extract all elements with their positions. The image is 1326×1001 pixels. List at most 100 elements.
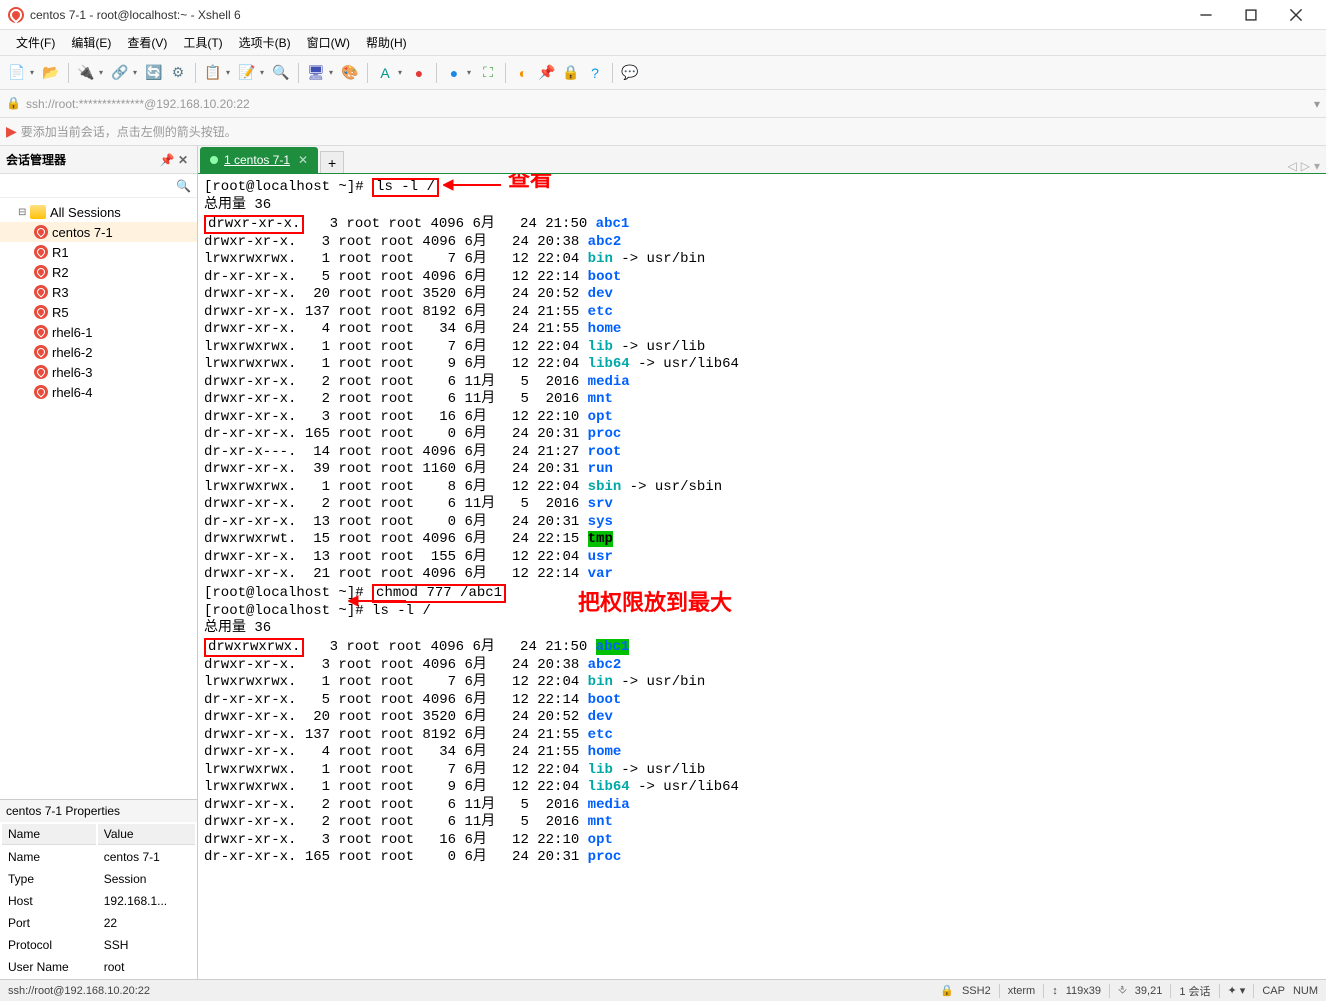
add-tab-button[interactable]: + (320, 151, 344, 173)
screen-icon[interactable]: 🖥 (305, 62, 327, 84)
blue-ball-icon[interactable]: ● (443, 62, 465, 84)
session-panel-title: 会话管理器 (6, 151, 159, 168)
prop-val: SSH (98, 935, 195, 955)
status-nav-icon[interactable]: ✦ ▾ (1228, 984, 1246, 997)
status-term: xterm (1008, 985, 1036, 997)
tree-session[interactable]: R2 (0, 262, 197, 282)
tree-session[interactable]: centos 7-1 (0, 222, 197, 242)
transparent-icon[interactable]: ◐ (512, 62, 534, 84)
new-session-icon[interactable]: 📄 (6, 62, 28, 84)
status-protocol: SSH2 (962, 985, 991, 997)
lock-icon: 🔒 (6, 96, 22, 112)
menu-item-4[interactable]: 选项卡(B) (231, 30, 299, 55)
session-manager-panel: 会话管理器 📌 ✕ 🔍 ⊟All Sessionscentos 7-1R1R2R… (0, 146, 198, 979)
toolbar-dropdown[interactable]: ▾ (133, 68, 141, 77)
address-text[interactable]: ssh://root:**************@192.168.10.20:… (26, 97, 1314, 111)
prop-key: Type (2, 869, 96, 889)
copy-icon[interactable]: 📋 (202, 62, 224, 84)
terminal-output[interactable]: [root@localhost ~]# ls -l / 总用量 36 drwxr… (198, 174, 1326, 979)
reconnect-icon[interactable]: 🔄 (143, 62, 165, 84)
toolbar-dropdown[interactable]: ▾ (329, 68, 337, 77)
flag-icon: ▶ (6, 123, 17, 140)
toolbar-dropdown[interactable]: ▾ (226, 68, 234, 77)
prop-key: Host (2, 891, 96, 911)
menubar: 文件(F)编辑(E)查看(V)工具(T)选项卡(B)窗口(W)帮助(H) (0, 30, 1326, 56)
annotation-maxperm: 把权限放到最大 (578, 594, 732, 612)
toolbar: 📄▾📂🔌▾🔗▾🔄⚙📋▾📝▾🔍🖥▾🎨A▾●●▾⛶◐📌🔒?💬 (0, 56, 1326, 90)
tree-session[interactable]: rhel6-4 (0, 382, 197, 402)
session-tree: ⊟All Sessionscentos 7-1R1R2R3R5rhel6-1rh… (0, 198, 197, 799)
close-button[interactable] (1273, 1, 1318, 29)
session-search[interactable]: 🔍 (0, 174, 197, 198)
session-icon (34, 285, 48, 299)
prop-header-value: Value (98, 824, 195, 845)
tree-session[interactable]: rhel6-2 (0, 342, 197, 362)
status-size-icon: ↕ (1052, 985, 1058, 997)
tab-close-icon[interactable]: ✕ (298, 153, 308, 167)
toolbar-dropdown[interactable]: ▾ (467, 68, 475, 77)
ontop-icon[interactable]: 📌 (536, 62, 558, 84)
tab-list-icon[interactable]: ▾ (1314, 159, 1320, 173)
prop-val: root (98, 957, 195, 977)
tree-session[interactable]: rhel6-1 (0, 322, 197, 342)
address-dropdown-icon[interactable]: ▾ (1314, 97, 1320, 111)
tree-session[interactable]: rhel6-3 (0, 362, 197, 382)
pin-icon[interactable]: 📌 (159, 153, 175, 167)
session-icon (34, 265, 48, 279)
prop-key: Port (2, 913, 96, 933)
folder-icon (30, 205, 46, 219)
tab-label: 1 centos 7-1 (224, 153, 290, 167)
session-icon (34, 365, 48, 379)
status-lock-icon: 🔒 (940, 984, 954, 997)
properties-icon[interactable]: ⚙ (167, 62, 189, 84)
color-icon[interactable]: 🎨 (339, 62, 361, 84)
session-icon (34, 325, 48, 339)
open-icon[interactable]: 📂 (40, 62, 62, 84)
properties-panel: centos 7-1 Properties Name Value Namecen… (0, 799, 197, 979)
status-num: NUM (1293, 985, 1318, 997)
menu-item-5[interactable]: 窗口(W) (299, 30, 358, 55)
status-cursor-icon: ⎀ (1118, 984, 1127, 997)
menu-item-2[interactable]: 查看(V) (119, 30, 175, 55)
lock-icon[interactable]: 🔒 (560, 62, 582, 84)
menu-item-6[interactable]: 帮助(H) (358, 30, 415, 55)
minimize-button[interactable] (1183, 1, 1228, 29)
help-icon[interactable]: ? (584, 62, 606, 84)
prop-key: Protocol (2, 935, 96, 955)
connect-icon[interactable]: 🔌 (75, 62, 97, 84)
toolbar-dropdown[interactable]: ▾ (30, 68, 38, 77)
toolbar-dropdown[interactable]: ▾ (260, 68, 268, 77)
prop-val: 22 (98, 913, 195, 933)
font-icon[interactable]: A (374, 62, 396, 84)
maximize-button[interactable] (1228, 1, 1273, 29)
prop-header-name: Name (2, 824, 96, 845)
tab-prev-icon[interactable]: ◁ (1288, 159, 1297, 173)
menu-item-3[interactable]: 工具(T) (175, 30, 230, 55)
status-cap: CAP (1262, 985, 1285, 997)
hint-text: 要添加当前会话，点击左侧的箭头按钮。 (21, 123, 237, 140)
tree-session[interactable]: R3 (0, 282, 197, 302)
session-icon (34, 245, 48, 259)
fullscreen-icon[interactable]: ⛶ (477, 62, 499, 84)
tab-centos[interactable]: 1 centos 7-1 ✕ (200, 147, 318, 173)
chat-icon[interactable]: 💬 (619, 62, 641, 84)
panel-close-icon[interactable]: ✕ (175, 153, 191, 167)
disconnect-icon[interactable]: 🔗 (109, 62, 131, 84)
tree-session[interactable]: R1 (0, 242, 197, 262)
search-icon: 🔍 (176, 179, 191, 193)
tree-root[interactable]: ⊟All Sessions (0, 202, 197, 222)
tab-next-icon[interactable]: ▷ (1301, 159, 1310, 173)
paste-icon[interactable]: 📝 (236, 62, 258, 84)
tree-session[interactable]: R5 (0, 302, 197, 322)
status-cursor: 39,21 (1135, 985, 1163, 997)
hint-bar: ▶ 要添加当前会话，点击左侧的箭头按钮。 (0, 118, 1326, 146)
menu-item-0[interactable]: 文件(F) (8, 30, 63, 55)
session-icon (34, 305, 48, 319)
toolbar-dropdown[interactable]: ▾ (99, 68, 107, 77)
red-ball-icon[interactable]: ● (408, 62, 430, 84)
prop-val: 192.168.1... (98, 891, 195, 911)
find-icon[interactable]: 🔍 (270, 62, 292, 84)
menu-item-1[interactable]: 编辑(E) (63, 30, 119, 55)
prop-key: User Name (2, 957, 96, 977)
toolbar-dropdown[interactable]: ▾ (398, 68, 406, 77)
